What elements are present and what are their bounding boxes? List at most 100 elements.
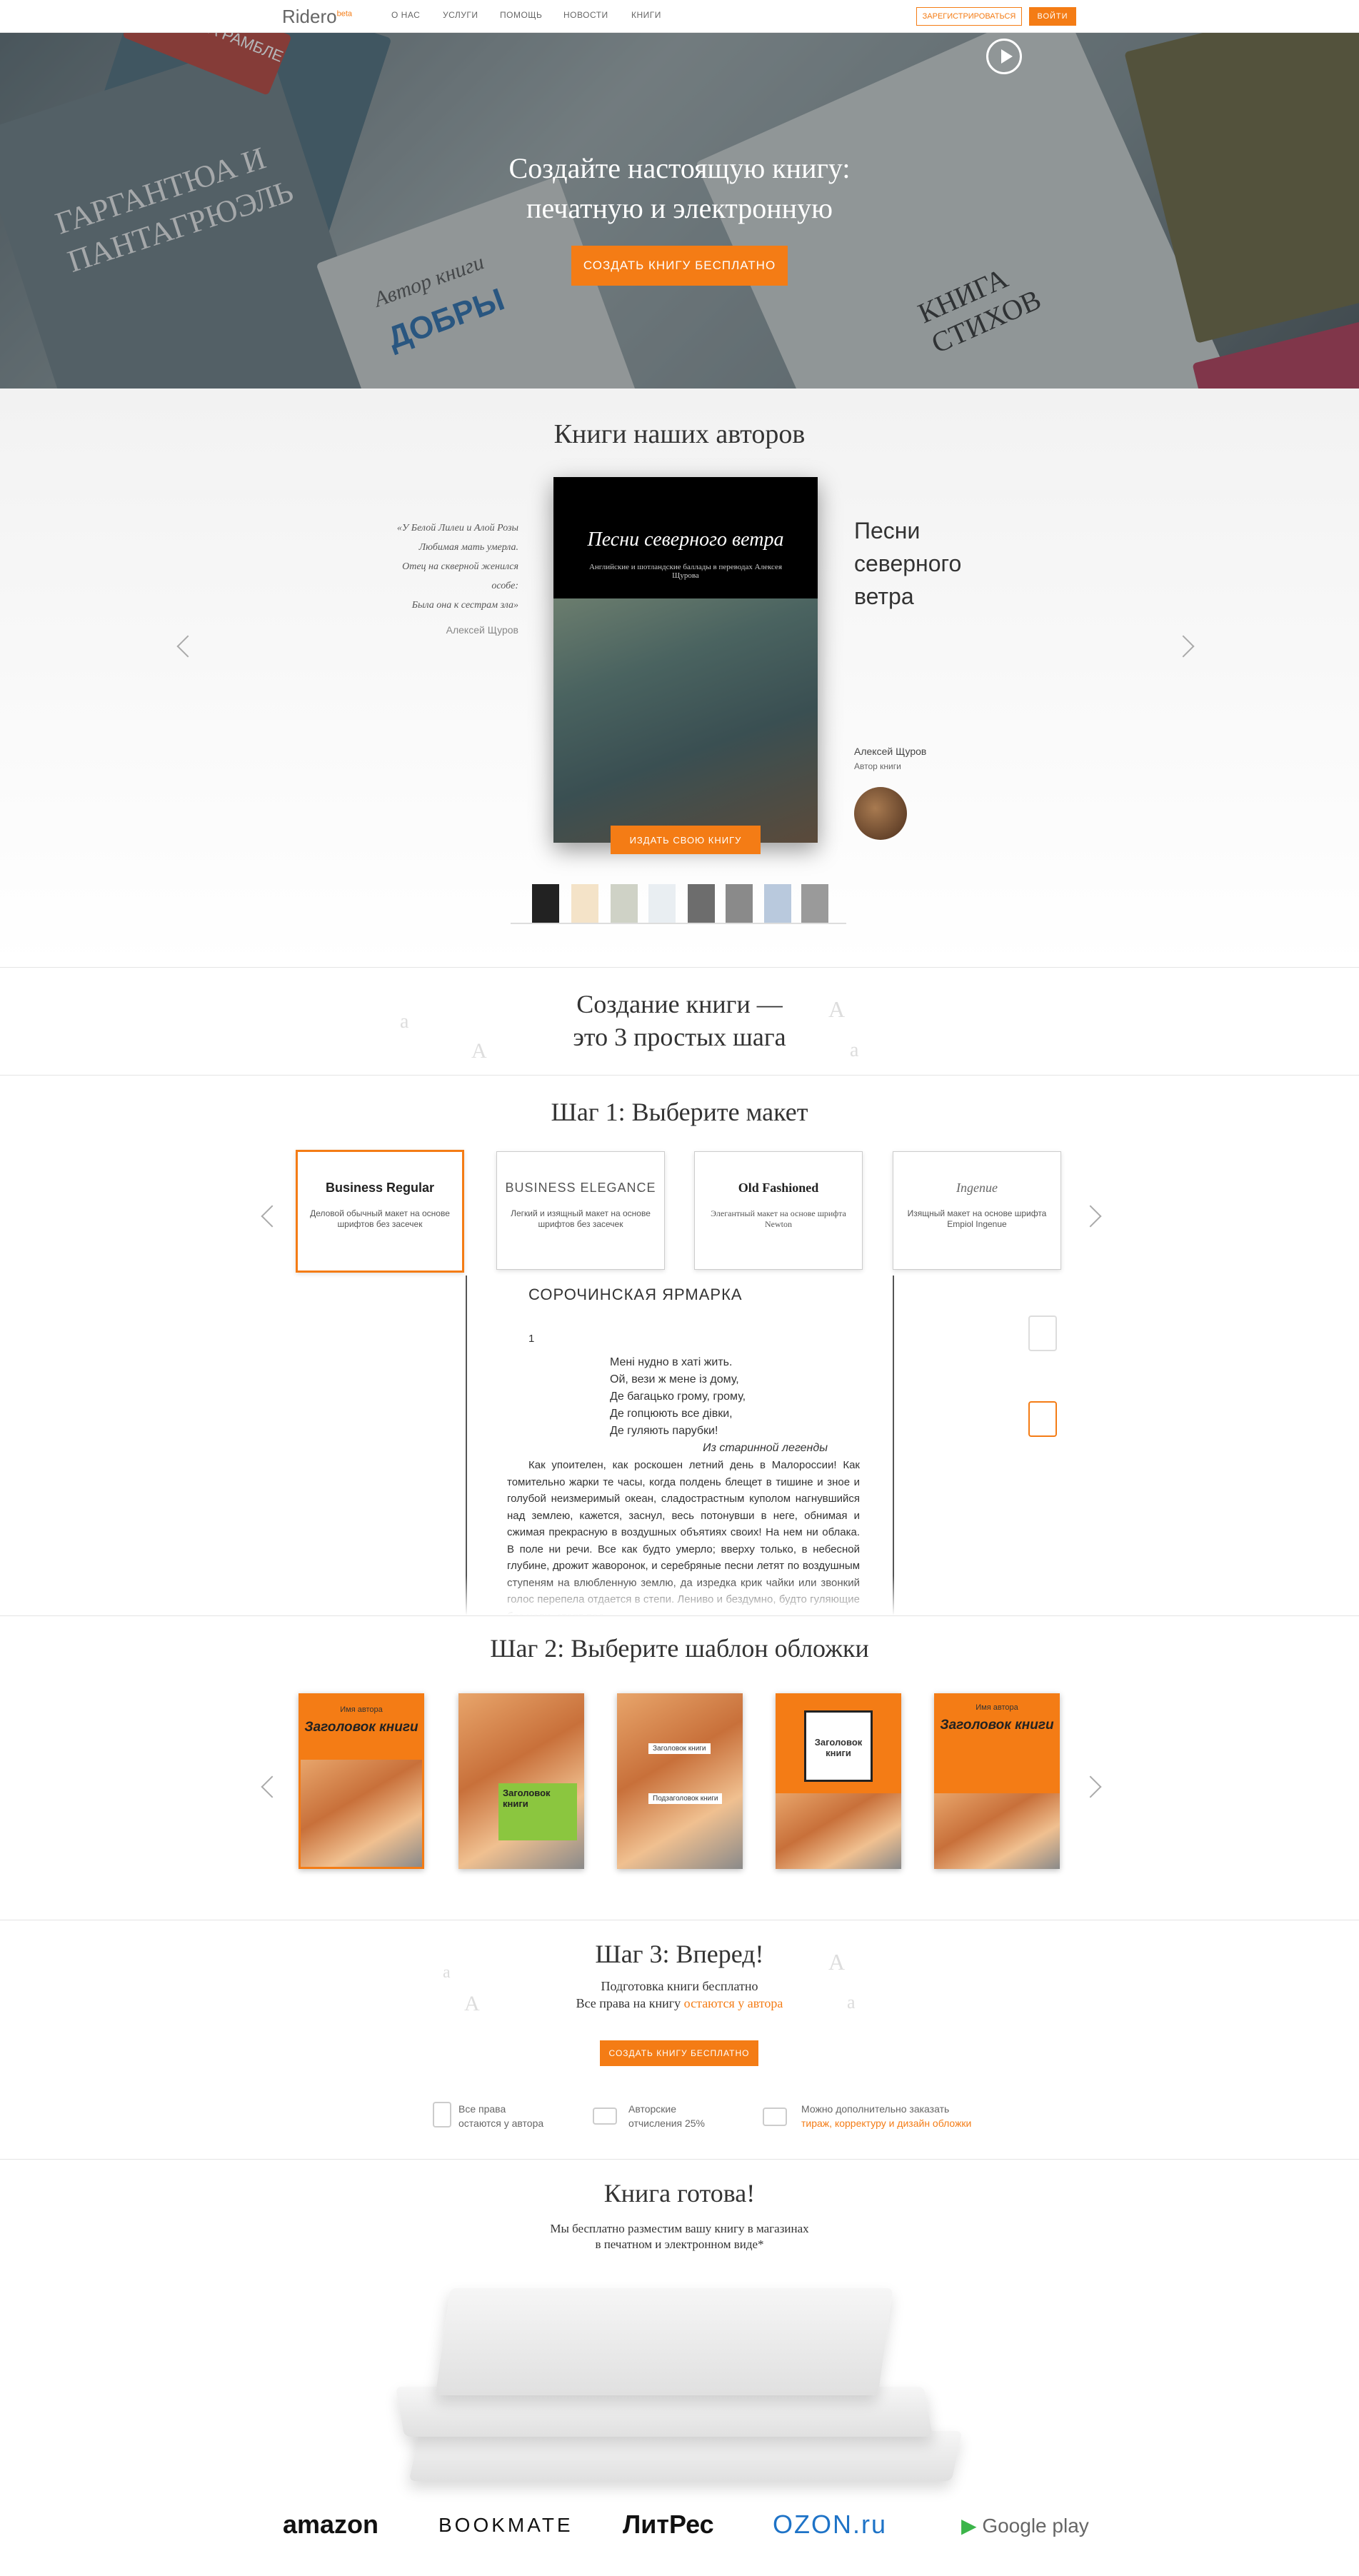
- poem-line: Мені нудно в хаті жить.: [610, 1356, 733, 1368]
- step2-title: Шаг 2: Выберите шаблон обложки: [490, 1634, 869, 1663]
- book-thumb[interactable]: [611, 884, 638, 923]
- tpl-title: Заголовок книги: [940, 1718, 1054, 1733]
- book-stack-top: [435, 2288, 893, 2395]
- layout-desc: Легкий и изящный макет на основе шрифтов…: [511, 1208, 651, 1229]
- cover-template-1[interactable]: Имя автора Заголовок книги: [299, 1693, 424, 1869]
- pen-icon: [433, 2102, 451, 2128]
- layout-name: Business Regular: [325, 1181, 435, 1195]
- cat-photo: [458, 1693, 584, 1869]
- tpl-author: Имя автора: [340, 1705, 383, 1714]
- layout-name: Old Fashioned: [738, 1181, 819, 1195]
- preview-fade: [0, 1575, 1359, 1615]
- layout-name: BUSINESS ELEGANCE: [505, 1181, 656, 1195]
- layout-business-regular[interactable]: Business Regular Деловой обычный макет н…: [296, 1150, 464, 1273]
- book-quote: «У Белой Лилеи и Алой Розы Любимая мать …: [336, 518, 518, 615]
- book-thumb[interactable]: [764, 884, 791, 923]
- book-title: Песни северного ветра: [854, 518, 962, 609]
- hero-banner: ГАРГАНТЮА И ПАНТАГРЮЭЛЬ ФРАНСУА РАМБЛЕ А…: [0, 33, 1359, 389]
- feature-text: отчисления 25%: [628, 2118, 706, 2129]
- cat-photo: [776, 1793, 901, 1869]
- hero-title-line2: печатную и электронную: [526, 192, 833, 224]
- step2-cover-section: Шаг 2: Выберите шаблон обложки Имя автор…: [0, 1615, 1359, 1920]
- step3-line2: Все права на книгу: [576, 1996, 684, 2010]
- cover-title: Песни северного ветра: [587, 528, 784, 551]
- feature-royalty: Авторские отчисления 25%: [628, 2102, 705, 2130]
- cat-photo: [301, 1760, 422, 1867]
- print-book-icon: [1028, 1315, 1057, 1351]
- book-thumb[interactable]: [648, 884, 676, 923]
- ready-title: Книга готова!: [603, 2179, 756, 2207]
- step3-subtitle: Подготовка книги бесплатно Все права на …: [0, 1978, 1359, 2012]
- cover-template-3[interactable]: Заголовок книги Подзаголовок книги: [617, 1693, 743, 1869]
- book-thumb[interactable]: [726, 884, 753, 923]
- login-button[interactable]: ВОЙТИ: [1029, 7, 1076, 26]
- play-video-icon[interactable]: [986, 39, 1022, 74]
- book-author: Алексей Щуров: [854, 746, 927, 757]
- book-stack-bottom: [408, 2431, 963, 2481]
- layout-ingenue[interactable]: Ingenue Изящный макет на основе шрифта E…: [893, 1151, 1061, 1270]
- layout-old-fashioned[interactable]: Old Fashioned Элегантный макет на основе…: [694, 1151, 863, 1270]
- cover-template-5[interactable]: Имя автора Заголовок книги: [934, 1693, 1060, 1869]
- store-ozon[interactable]: OZON.ru: [773, 2510, 887, 2540]
- google-play-label: Google play: [982, 2515, 1089, 2537]
- nav-books[interactable]: КНИГИ: [631, 10, 661, 20]
- book-thumb[interactable]: [688, 884, 715, 923]
- hero-title-line1: Создайте настоящую книгу:: [508, 152, 851, 184]
- layout-next-icon[interactable]: [1079, 1205, 1102, 1228]
- logo[interactable]: Riderobeta: [282, 6, 352, 28]
- quote-line: Любимая мать умерла.: [418, 542, 518, 553]
- preview-poem: Мені нудно в хаті жить. Ой, вези ж мене …: [610, 1354, 828, 1457]
- step1-layout-section: Шаг 1: Выберите макет СОРОЧИНСКАЯ ЯРМАРК…: [0, 1076, 1359, 1615]
- poem-line: Де гопцюють все дівки,: [610, 1408, 733, 1420]
- rights-link[interactable]: остаются у автора: [684, 1996, 783, 2010]
- store-amazon[interactable]: amazon: [283, 2510, 378, 2540]
- cover-prev-icon[interactable]: [261, 1775, 284, 1798]
- slider-next-icon[interactable]: [1172, 635, 1195, 658]
- feature-rights: Все права остаются у автора: [458, 2102, 543, 2130]
- cover-next-icon[interactable]: [1079, 1775, 1102, 1798]
- ebook-icon: [1028, 1401, 1057, 1437]
- feature-text: Все права: [458, 2103, 506, 2115]
- slider-prev-icon[interactable]: [176, 635, 199, 658]
- preview-title: СОРОЧИНСКАЯ ЯРМАРКА: [528, 1286, 743, 1303]
- tpl-title-frame: Заголовок книги: [804, 1710, 873, 1782]
- poem-line: Де багацько грому, грому,: [610, 1390, 746, 1403]
- step3-section: A a A a Шаг 3: Вперед! Подготовка книги …: [0, 1920, 1359, 2160]
- create-book-button[interactable]: СОЗДАТЬ КНИГУ БЕСПЛАТНО: [571, 246, 788, 286]
- layout-desc: Деловой обычный макет на основе шрифтов …: [310, 1208, 450, 1229]
- create-book-button-2[interactable]: СОЗДАТЬ КНИГУ БЕСПЛАТНО: [600, 2040, 758, 2066]
- store-google-play[interactable]: ▶ Google play: [961, 2514, 1089, 2537]
- ready-line2: в печатном и электронном виде*: [595, 2237, 764, 2251]
- register-button[interactable]: ЗАРЕГИСТРИРОВАТЬСЯ: [916, 7, 1022, 26]
- cover-painting: [553, 598, 818, 843]
- nav-help[interactable]: ПОМОЩЬ: [500, 10, 542, 20]
- book-thumb[interactable]: [571, 884, 598, 923]
- tpl-sub-strip: Подзаголовок книги: [648, 1793, 723, 1804]
- layout-preview-page: СОРОЧИНСКАЯ ЯРМАРКА 1 Мені нудно в хаті …: [466, 1276, 894, 1615]
- cover-subtitle: Английские и шотландские баллады в перев…: [588, 563, 783, 580]
- feature-extras: Можно дополнительно заказать тираж, корре…: [801, 2102, 971, 2130]
- cover-template-4[interactable]: Заголовок книги: [776, 1693, 901, 1869]
- layout-desc: Изящный макет на основе шрифта Empiol In…: [907, 1208, 1047, 1229]
- extras-link[interactable]: тираж, корректуру и дизайн обложки: [801, 2116, 971, 2130]
- book-ready-section: Книга готова! Мы бесплатно разместим ваш…: [0, 2160, 1359, 2576]
- nav-services[interactable]: УСЛУГИ: [443, 10, 478, 20]
- ready-subtitle: Мы бесплатно разместим вашу книгу в мага…: [0, 2221, 1359, 2252]
- publish-book-button[interactable]: ИЗДАТЬ СВОЮ КНИГУ: [611, 826, 761, 854]
- step3-line1: Подготовка книги бесплатно: [601, 1979, 758, 1993]
- intro-line2: это 3 простых шага: [573, 1023, 786, 1051]
- book-thumb[interactable]: [532, 884, 559, 923]
- nav-news[interactable]: НОВОСТИ: [563, 10, 608, 20]
- hero-title: Создайте настоящую книгу: печатную и эле…: [0, 149, 1359, 229]
- book-thumb[interactable]: [801, 884, 828, 923]
- layout-business-elegance[interactable]: BUSINESS ELEGANCE Легкий и изящный макет…: [496, 1151, 665, 1270]
- book-cover[interactable]: Песни северного ветра Английские и шотла…: [553, 477, 818, 843]
- layout-name: Ingenue: [956, 1181, 998, 1195]
- step1-title: Шаг 1: Выберите макет: [551, 1098, 808, 1126]
- store-litres[interactable]: ЛитРес: [623, 2510, 714, 2540]
- store-bookmate[interactable]: BOOKMATE: [438, 2514, 573, 2537]
- feature-text: остаются у автора: [458, 2118, 544, 2129]
- nav-about[interactable]: О НАС: [391, 10, 420, 20]
- cover-template-2[interactable]: Заголовок книги: [458, 1693, 584, 1869]
- layout-prev-icon[interactable]: [261, 1205, 284, 1228]
